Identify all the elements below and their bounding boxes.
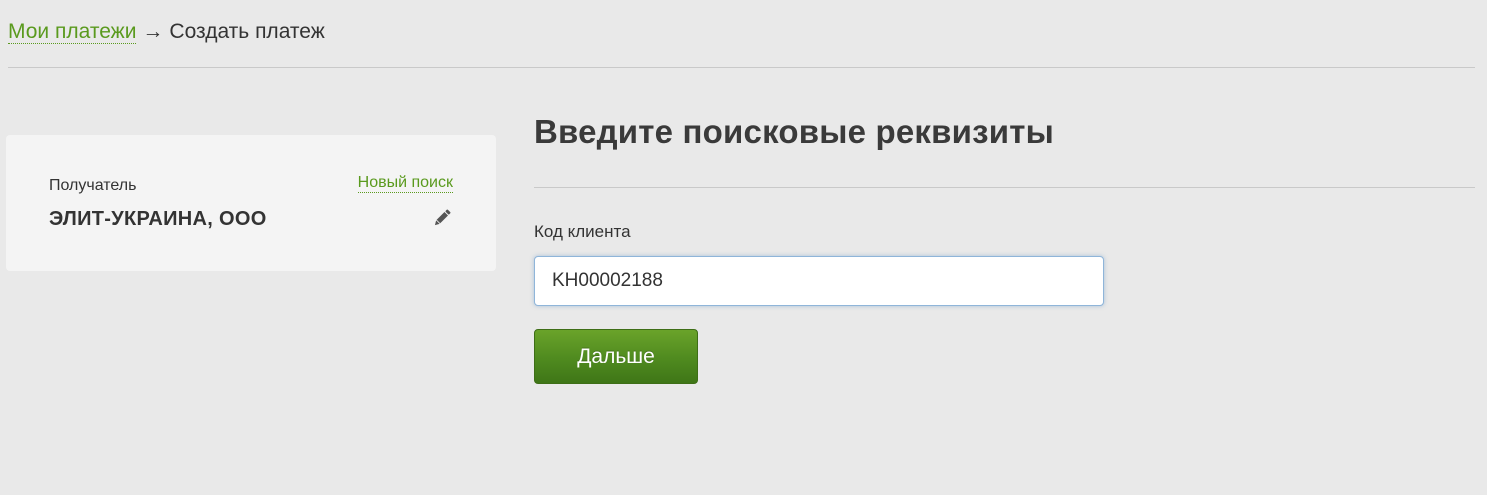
client-code-label: Код клиента — [534, 222, 631, 241]
form-title: Введите поисковые реквизиты — [534, 113, 1054, 150]
next-button[interactable]: Дальше — [534, 329, 698, 384]
form-divider — [534, 187, 1475, 188]
new-search-link[interactable]: Новый поиск — [357, 174, 453, 193]
recipient-card: Получатель Новый поиск ЭЛИТ-УКРАИНА, ООО — [6, 135, 496, 271]
breadcrumb: Мои платежи → Создать платеж — [8, 18, 325, 46]
pencil-icon[interactable] — [431, 207, 453, 229]
breadcrumb-arrow: → — [142, 20, 164, 43]
recipient-name: ЭЛИТ-УКРАИНА, ООО — [49, 208, 267, 230]
recipient-label: Получатель — [49, 177, 137, 194]
breadcrumb-my-payments-link[interactable]: Мои платежи — [8, 20, 137, 44]
client-code-input[interactable] — [534, 256, 1104, 306]
top-divider — [8, 67, 1475, 68]
breadcrumb-current: Создать платеж — [169, 20, 325, 43]
